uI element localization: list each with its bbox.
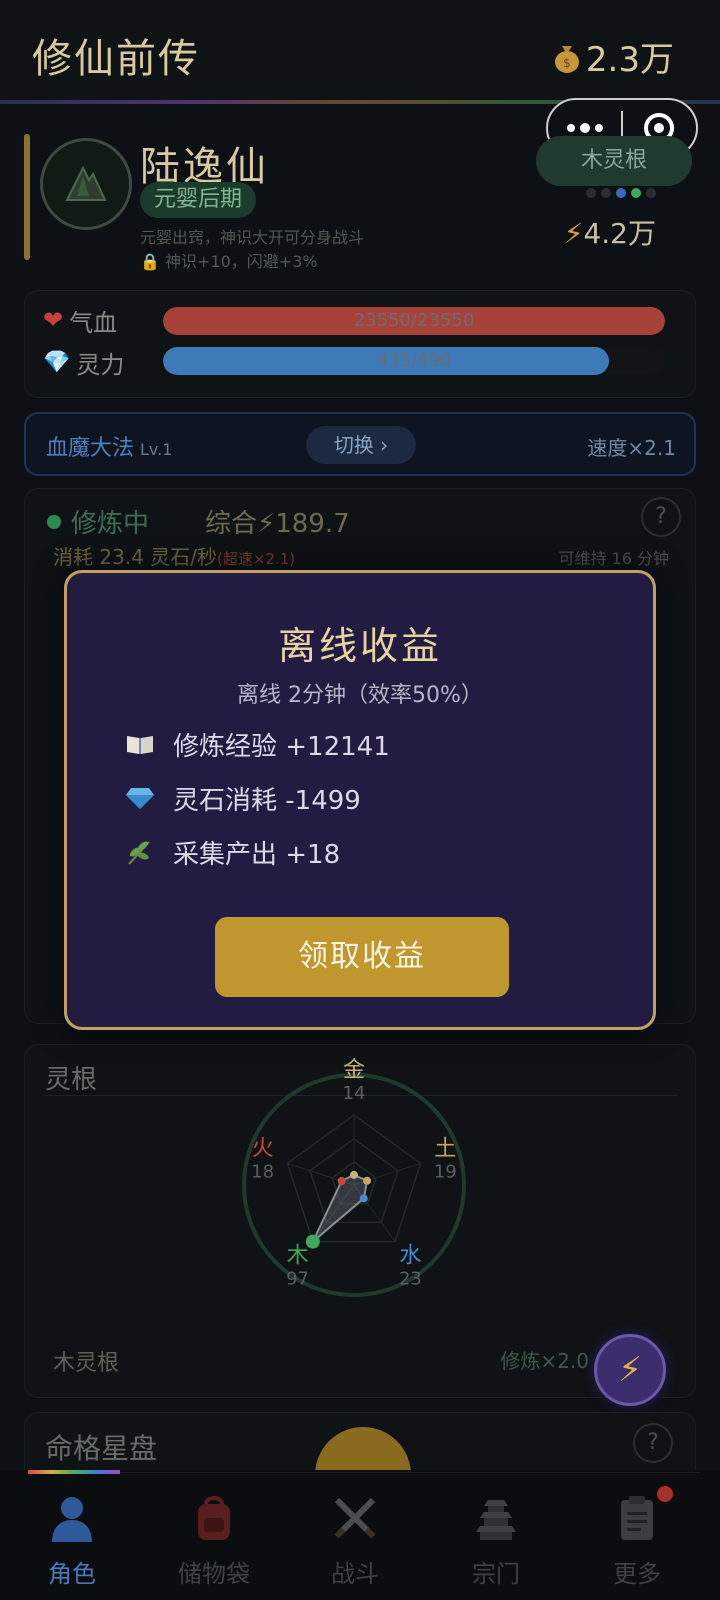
reward-stone: 灵石消耗 -1499 — [125, 781, 361, 816]
radar-label-value: 14 — [343, 1083, 366, 1104]
maintain-duration: 可维持 16 分钟 — [558, 549, 669, 568]
app-title: 修仙前传 — [32, 36, 200, 82]
element-dots — [586, 188, 656, 198]
radar-label-name: 水 — [399, 1244, 421, 1269]
boost-label: (超速×2.1) — [216, 550, 296, 568]
radar-label-name: 土 — [434, 1136, 456, 1161]
cultivation-multiplier: 修炼×2.0 — [500, 1349, 589, 1373]
spirit-root-card: 灵根 金 14 土 19 水 23 木 97 火 18 木灵根 修炼×2.0 — [24, 1044, 696, 1398]
lock-icon: 🔒 — [140, 252, 160, 271]
reward-gather-text: 采集产出 +18 — [173, 839, 341, 870]
mp-row: 💎 灵力 — [43, 347, 142, 379]
combined-power: 综合⚡189.7 — [205, 509, 350, 539]
status-dot-icon — [47, 514, 61, 529]
reward-gather: 采集产出 +18 — [125, 835, 341, 870]
combat-power: ⚡4.2万 — [563, 217, 656, 250]
money-bag-icon: $ — [554, 45, 579, 73]
currency-amount: 2.3万 — [585, 40, 674, 80]
radar-point-金 — [350, 1170, 358, 1179]
help-button[interactable]: ? — [641, 497, 681, 537]
nav-label-battle: 战斗 — [331, 1560, 379, 1588]
gem-icon — [126, 788, 154, 809]
radar-label-value: 97 — [286, 1269, 309, 1290]
currency-display: $ 2.3万 — [552, 32, 674, 81]
hp-row: ❤ 气血 — [43, 305, 135, 337]
realm-description: 元婴出窍，神识大开可分身战斗 — [140, 228, 365, 247]
claim-rewards-button[interactable]: 领取收益 — [215, 917, 509, 997]
mp-label: 灵力 — [76, 350, 125, 379]
card-accent-bar — [24, 134, 30, 260]
nav-item-battle[interactable]: 战斗 — [305, 1492, 405, 1589]
technique-name: 血魔大法 Lv.1 — [46, 436, 173, 461]
crossed-swords-icon — [334, 1497, 376, 1539]
realm-badge[interactable]: 元婴后期 — [140, 182, 257, 218]
radar-point-水 — [359, 1194, 368, 1203]
offline-earnings-modal: 离线收益 离线 2分钟（效率50%） 修炼经验 +12141 灵石消耗 -149… — [64, 570, 656, 1030]
speed-multiplier: 速度×2.1 — [587, 436, 676, 460]
notification-badge — [657, 1486, 673, 1502]
stats-card: ❤ 气血 23550/23550 💎 灵力 435/490 — [24, 290, 696, 398]
nav-label-more: 更多 — [613, 1560, 661, 1588]
hp-bar: 23550/23550 — [163, 307, 665, 335]
bottom-nav: 角色 储物袋 战斗 宗门 更多 — [0, 1470, 720, 1600]
reward-exp: 修炼经验 +12141 — [125, 727, 390, 762]
realm-bonus: 🔒 神识+10，闪避+3% — [140, 252, 318, 271]
modal-subtitle: 离线 2分钟（效率50%） — [237, 683, 483, 708]
book-icon — [127, 736, 153, 754]
reward-stone-text: 灵石消耗 -1499 — [173, 785, 361, 816]
nav-label-sect: 宗门 — [472, 1560, 520, 1588]
nav-item-more[interactable]: 更多 — [587, 1486, 687, 1589]
nav-item-character[interactable]: 角色 — [22, 1492, 122, 1589]
star-help-button[interactable]: ? — [633, 1423, 673, 1463]
radar-label-name: 木 — [287, 1244, 309, 1269]
heart-icon: ❤ — [43, 306, 64, 334]
cultivation-status: 修炼中 — [47, 503, 149, 540]
radar-label-value: 19 — [434, 1161, 457, 1182]
svg-text:$: $ — [563, 56, 571, 70]
person-icon — [52, 1497, 92, 1542]
spirit-root-badge[interactable]: 木灵根 — [536, 136, 692, 186]
hp-value: 23550/23550 — [353, 310, 475, 331]
lightning-icon: ⚡ — [618, 1350, 642, 1390]
active-tab-indicator — [28, 1470, 120, 1474]
character-card: 陆逸仙 元婴后期 元婴出窍，神识大开可分身战斗 🔒 神识+10，闪避+3% 木灵… — [24, 130, 696, 280]
lightning-icon: ⚡ — [563, 217, 584, 250]
root-type-label: 木灵根 — [53, 1351, 120, 1376]
mp-value: 435/490 — [376, 350, 452, 371]
avatar[interactable] — [40, 138, 132, 230]
pagoda-icon — [476, 1500, 516, 1540]
nav-item-bag[interactable]: 储物袋 — [164, 1492, 264, 1589]
spirit-root-radar: 金14 土19 水23 木97 火18 — [242, 1058, 466, 1297]
radar-label-name: 火 — [252, 1136, 274, 1161]
nav-label-bag: 储物袋 — [178, 1560, 250, 1588]
quick-action-button[interactable]: ⚡ — [594, 1334, 666, 1406]
technique-level: Lv.1 — [140, 440, 173, 459]
technique-strip: 血魔大法 Lv.1 切换 › 速度×2.1 — [24, 412, 696, 476]
herb-icon — [128, 841, 150, 865]
radar-polygon — [311, 1173, 369, 1243]
mountain-icon — [65, 165, 107, 201]
consumption-rate: 消耗 23.4 灵石/秒(超速×2.1) — [53, 545, 296, 569]
radar-label-name: 金 — [343, 1058, 365, 1083]
radar-point-土 — [363, 1176, 372, 1185]
top-bar: 修仙前传 $ 2.3万 — [0, 0, 720, 100]
reward-exp-text: 修炼经验 +12141 — [173, 731, 390, 762]
nav-item-sect[interactable]: 宗门 — [446, 1492, 546, 1589]
modal-title: 离线收益 — [277, 624, 442, 668]
nav-label-character: 角色 — [48, 1560, 96, 1588]
nav-divider — [120, 1472, 700, 1473]
diamond-icon: 💎 — [43, 349, 71, 375]
hp-label: 气血 — [69, 308, 118, 337]
radar-label-value: 18 — [251, 1161, 274, 1182]
radar-point-火 — [337, 1176, 346, 1185]
star-chart-title: 命格星盘 — [45, 1432, 158, 1465]
backpack-icon — [198, 1496, 230, 1540]
clipboard-icon — [621, 1496, 653, 1540]
radar-label-value: 23 — [399, 1269, 422, 1290]
mp-bar: 435/490 — [163, 347, 665, 375]
switch-technique-button[interactable]: 切换 › — [306, 426, 416, 464]
